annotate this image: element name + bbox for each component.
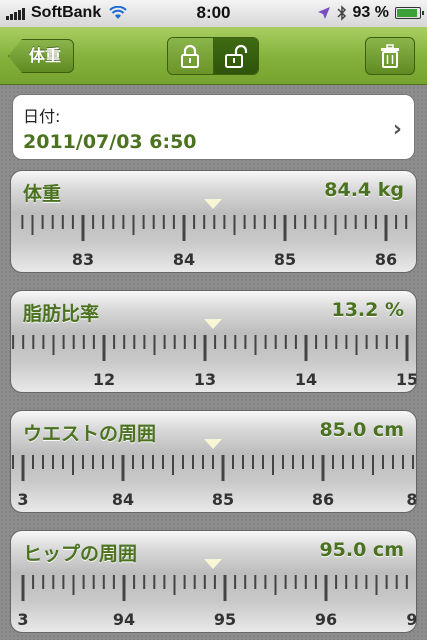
ruler-tick-label: 8 (406, 490, 417, 509)
ruler-tick-label: 3 (17, 610, 28, 629)
ruler-tick-label: 84 (173, 250, 195, 269)
ruler-tick-label: 9 (406, 610, 417, 629)
ruler-tick-label: 96 (315, 610, 337, 629)
ruler-tick-label: 84 (112, 490, 134, 509)
ruler-slider[interactable]: 83 84 85 86 (11, 213, 417, 273)
ruler-tick-label: 94 (113, 610, 135, 629)
pointer-icon (204, 319, 222, 329)
content-area: 日付: 2011/07/03 6:50 › 体重 84.4 kg 83 84 85 8… (0, 86, 427, 640)
chevron-right-icon: › (392, 117, 402, 142)
measurement-card-hip: ヒップの周囲 95.0 cm 3 94 95 96 9 (10, 530, 417, 633)
lock-segment[interactable] (168, 38, 214, 74)
ruler-tick-label: 83 (72, 250, 94, 269)
ruler-tick-label: 14 (295, 370, 317, 389)
ruler-slider[interactable]: 3 84 85 86 8 (11, 453, 417, 513)
measurement-label: ウエストの周囲 (23, 423, 157, 445)
pointer-icon (204, 199, 222, 209)
measurement-value: 84.4 kg (324, 179, 404, 201)
ruler-tick-label: 85 (212, 490, 234, 509)
measurement-card-body-fat: 脂肪比率 13.2 % 12 13 14 15 (10, 290, 417, 393)
lock-open-icon (224, 44, 247, 68)
measurement-value: 85.0 cm (319, 419, 404, 441)
bluetooth-icon (337, 5, 346, 21)
ruler-tick-label: 13 (194, 370, 216, 389)
measurement-label: 脂肪比率 (23, 303, 100, 325)
ruler-slider[interactable]: 12 13 14 15 (11, 333, 417, 393)
navigation-bar: 体重 (0, 27, 427, 85)
lock-segmented-control[interactable] (167, 37, 259, 75)
date-row[interactable]: 日付: 2011/07/03 6:50 › (12, 94, 415, 160)
measurement-card-weight: 体重 84.4 kg 83 84 85 86 (10, 170, 417, 273)
battery-icon (395, 7, 424, 19)
measurement-value: 95.0 cm (319, 539, 404, 561)
ruler-tick-label: 86 (312, 490, 334, 509)
location-arrow-icon (317, 7, 330, 19)
pointer-icon (204, 559, 222, 569)
delete-button[interactable] (365, 37, 415, 75)
measurement-label: 体重 (23, 183, 62, 205)
lock-closed-icon (181, 44, 200, 68)
unlock-segment[interactable] (213, 38, 258, 74)
measurement-label: ヒップの周囲 (23, 543, 138, 565)
ruler-tick-label: 95 (214, 610, 236, 629)
back-button[interactable]: 体重 (8, 39, 75, 73)
status-right: 93 % (317, 4, 424, 22)
date-label: 日付: (23, 107, 61, 126)
pointer-icon (204, 439, 222, 449)
date-value: 2011/07/03 6:50 (23, 131, 197, 153)
ruler-tick-label: 15 (396, 370, 417, 389)
ruler-tick-label: 12 (93, 370, 115, 389)
ruler-tick-label: 86 (375, 250, 397, 269)
measurement-value: 13.2 % (331, 299, 404, 321)
status-bar: SoftBank 8:00 93 % (0, 0, 427, 27)
measurement-card-waist: ウエストの周囲 85.0 cm 3 84 85 86 8 (10, 410, 417, 513)
battery-percent: 93 % (352, 4, 389, 21)
ruler-tick-label: 3 (17, 490, 28, 509)
trash-icon (381, 44, 399, 68)
ruler-tick-label: 85 (274, 250, 296, 269)
ruler-slider[interactable]: 3 94 95 96 9 (11, 573, 417, 633)
